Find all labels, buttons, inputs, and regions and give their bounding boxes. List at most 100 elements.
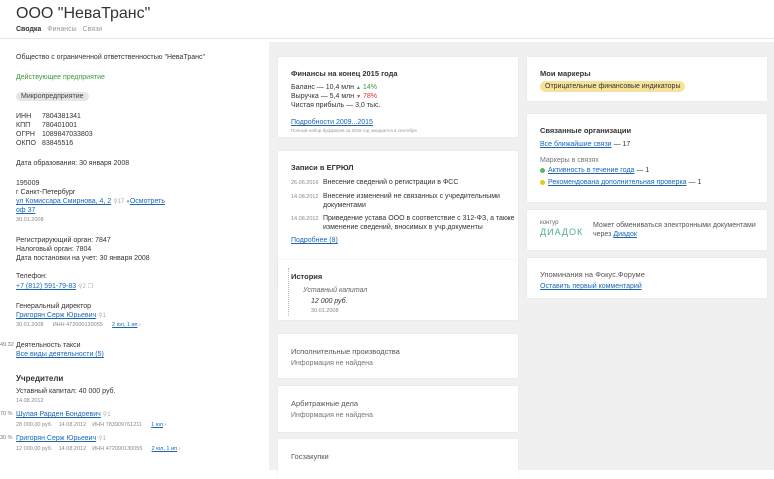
founder-1-line: Шулая Рарден Бондоевич ⚲1 <box>16 411 111 418</box>
yellow-dot-icon <box>540 179 545 185</box>
founders-title: Учредители <box>16 374 64 383</box>
founder-2-link[interactable]: Григорян Серж Юрьевич <box>16 435 96 442</box>
finance-revenue: Выручка — 5,4 млн ▼ 78% <box>291 93 377 100</box>
founder-1-links-link[interactable]: 1 юл <box>151 422 163 428</box>
full-name: Общество с ограниченной ответственностью… <box>16 54 205 61</box>
egrul-title: Записи в ЕГРЮЛ <box>291 163 354 172</box>
phone-link[interactable]: +7 (812) 591-79-83 <box>16 283 76 290</box>
chevron-right-icon: › <box>178 446 181 452</box>
enforcement-card: Исполнительные производства Информация н… <box>278 334 518 378</box>
phone-line: +7 (812) 591-79-83 ⚲2 ❐ <box>16 283 94 290</box>
arrow-down-icon: ▼ <box>356 94 362 100</box>
address-line: ул Комиссара Смирнова, 4, 2 ⚲17 ●Осмотре… <box>16 198 165 205</box>
office-link[interactable]: оф 37 <box>16 207 35 214</box>
director-label: Генеральный директор <box>16 303 92 310</box>
tab-summary[interactable]: Сводка <box>16 26 41 33</box>
address-link[interactable]: ул Комиссара Смирнова, 4, 2 <box>16 198 111 205</box>
arbitration-text: Информация не найдена <box>291 412 373 419</box>
tax-organ: Налоговый орган: 7804 <box>16 246 92 253</box>
capital-date: 14.08.2012 <box>16 398 44 404</box>
finance-profit: Чистая прибыль — 3,0 тыс. <box>291 102 381 109</box>
founder-1-meta: 28 000,00 руб. 14.08.2012 ИНН 7839097612… <box>16 422 167 428</box>
finance-details-link[interactable]: Подробности 2009...2015 <box>291 119 373 126</box>
history-title: История <box>291 272 323 281</box>
diadoc-logo: ДИАДОК <box>540 227 584 237</box>
egrul-row-2-text-cont: документами <box>323 202 366 209</box>
formation-date: Дата образования: 30 января 2008 <box>16 160 130 167</box>
content-area: Финансы на конец 2015 года Баланс — 10,4… <box>269 42 774 479</box>
tab-finance[interactable]: Финансы <box>47 26 76 33</box>
history-label: Уставный капитал <box>303 287 368 294</box>
forum-title: Упоминания на Фокус.Форуме <box>540 270 645 279</box>
capital-text: Уставный капитал: 40 000 руб. <box>16 388 116 395</box>
arrow-up-icon: ▲ <box>356 85 361 91</box>
markers-label: Маркеры в связях <box>540 157 599 164</box>
kpp-row: КПП 780401001 <box>16 122 78 129</box>
founder-1-link[interactable]: Шулая Рарден Бондоевич <box>16 411 101 418</box>
related-title: Связанные организации <box>540 126 632 135</box>
related-marker-1: Активность в течение года — 1 <box>540 167 649 174</box>
history-date: 30.01.2008 <box>311 308 339 314</box>
all-activities-link[interactable]: Все виды деятельности (5) <box>16 351 104 358</box>
okpo-row: ОКПО 83845516 <box>16 140 74 147</box>
activity-percent: 49.32 <box>0 342 14 348</box>
chevron-right-icon: › <box>139 322 141 328</box>
activity-year-link[interactable]: Активность в течение года <box>548 167 634 174</box>
header-divider <box>0 38 774 39</box>
page-title: ООО "НеваТранс" <box>16 5 151 22</box>
diadoc-line2: через Диадок <box>593 231 637 238</box>
founder-2-line: Григорян Серж Юрьевич ⚲1 <box>16 435 106 442</box>
negative-indicators-tag[interactable]: Отрицательные финансовые индикаторы <box>540 81 686 92</box>
egrul-more-link[interactable]: Подробнее (8) <box>291 237 338 244</box>
address-date: 30.01.2008 <box>16 217 44 223</box>
finance-card: Финансы на конец 2015 года Баланс — 10,4… <box>278 57 518 137</box>
egrul-row-1-date: 26.06.2016 <box>291 180 319 186</box>
arbitration-card: Арбитражные дела Информация не найдена <box>278 386 518 432</box>
copy-icon[interactable]: ❐ <box>88 284 93 290</box>
markers-card: Мои маркеры Отрицательные финансовые инд… <box>527 57 767 101</box>
leave-comment-link[interactable]: Оставить первый комментарий <box>540 283 642 290</box>
diadoc-logo-top: контур <box>540 220 559 226</box>
extra-check-link[interactable]: Рекомендована дополнительная проверка <box>548 179 687 186</box>
director-meta: 30.01.2008 ИНН 472000130055 2 юл, 1 ип › <box>16 322 141 328</box>
address-zip: 195009 <box>16 180 40 187</box>
director-link[interactable]: Григорян Серж Юрьевич <box>16 312 96 319</box>
enforcement-title: Исполнительные производства <box>291 347 400 356</box>
egrul-row-3-text: Приведение устава ООО в соответствие с 3… <box>323 215 515 222</box>
founder-1-percent: 70 % <box>0 411 13 417</box>
timeline-line <box>288 268 290 316</box>
chevron-right-icon: › <box>164 422 167 428</box>
egrul-row-2-text: Внесение изменений не связанных с учреди… <box>323 193 500 200</box>
egrul-row-2-date: 14.08.2012 <box>291 194 319 200</box>
egrul-row-3-date: 14.08.2012 <box>291 216 319 222</box>
tax-date: Дата постановки на учет: 30 января 2008 <box>16 255 150 262</box>
status-text: Действующее предприятие <box>16 74 105 81</box>
procurement-card: Госзакупки <box>278 439 518 479</box>
director-links-link[interactable]: 2 юл, 1 ип <box>112 322 138 328</box>
finance-balance: Баланс — 10,4 млн ▲ 14% <box>291 84 377 91</box>
diadoc-card: контур ДИАДОК Может обмениваться электро… <box>527 210 767 250</box>
view-map-link[interactable]: Осмотреть <box>130 198 165 205</box>
related-marker-2: Рекомендована дополнительная проверка — … <box>540 179 701 186</box>
egrul-row-1-text: Внесение сведений о регистрации в ФСС <box>323 179 459 186</box>
related-card: Связанные организации Все ближайшие связ… <box>527 114 767 202</box>
founder-2-links-link[interactable]: 2 юл, 1 ип <box>152 446 178 452</box>
company-info-panel: Общество с ограниченной ответственностью… <box>0 42 265 470</box>
history-card: История Уставный капитал 12 000 руб. 30.… <box>278 260 518 320</box>
tab-links[interactable]: Связи <box>83 26 103 33</box>
history-value: 12 000 руб. <box>311 298 348 305</box>
tabs: Сводка Финансы Связи <box>16 26 106 33</box>
address-city: г Санкт-Петербург <box>16 189 76 196</box>
reg-organ: Регистрирующий орган: 7847 <box>16 237 111 244</box>
nearest-line: Все ближайшие связи — 17 <box>540 141 631 148</box>
category-badge: Микропредприятие <box>16 92 89 101</box>
arbitration-title: Арбитражные дела <box>291 399 359 408</box>
green-dot-icon <box>540 167 545 173</box>
enforcement-text: Информация не найдена <box>291 360 373 367</box>
markers-title: Мои маркеры <box>540 69 591 78</box>
nearest-links-link[interactable]: Все ближайшие связи <box>540 141 612 148</box>
finance-note: Полный набор буфферов за 2016 год ожидае… <box>291 128 418 133</box>
diadoc-link[interactable]: Диадок <box>613 231 637 238</box>
finance-title: Финансы на конец 2015 года <box>291 69 398 78</box>
diadoc-line1: Может обмениваться электронными документ… <box>593 222 756 229</box>
